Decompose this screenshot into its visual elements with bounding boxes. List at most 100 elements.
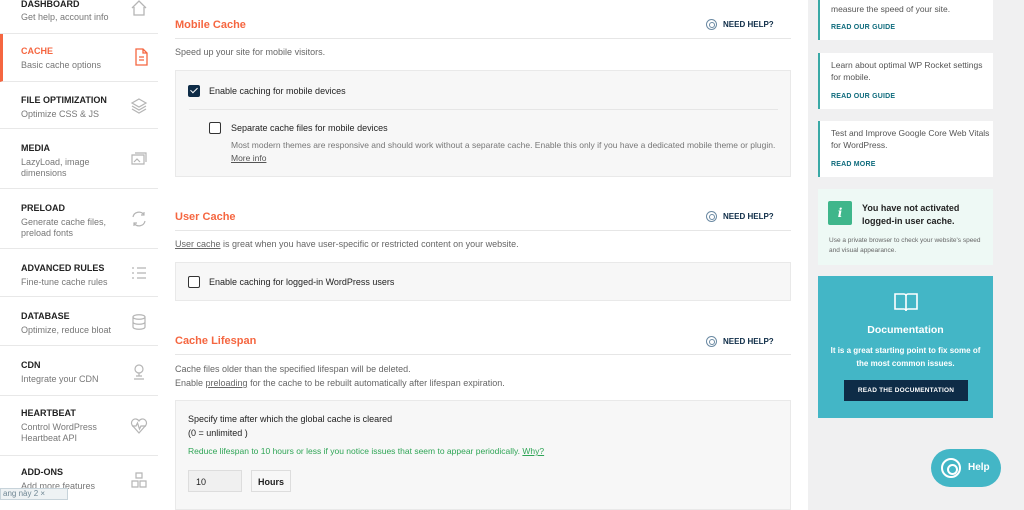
section-description: Cache files older than the specified lif… bbox=[175, 364, 411, 374]
divider bbox=[175, 38, 791, 39]
sidebar-item-title: CACHE bbox=[21, 46, 54, 56]
home-icon bbox=[131, 0, 147, 16]
user-cache-link[interactable]: User cache bbox=[175, 239, 221, 249]
guide-card-mobile: Learn about optimal WP Rocket settings f… bbox=[818, 53, 993, 109]
more-info-link[interactable]: More info bbox=[231, 153, 266, 163]
read-our-guide-link[interactable]: READ OUR GUIDE bbox=[831, 93, 895, 100]
addons-icon bbox=[131, 472, 147, 488]
sidebar-item-title: FILE OPTIMIZATION bbox=[21, 95, 107, 105]
guide-card-text: Test and Improve Google Core Web Vitals … bbox=[831, 128, 990, 150]
sidebar-item-preload[interactable]: PRELOAD Generate cache files, preload fo… bbox=[0, 189, 158, 249]
sidebar-item-subtitle: Integrate your CDN bbox=[21, 374, 99, 384]
settings-sidebar: DASHBOARD Get help, account info CACHE B… bbox=[0, 0, 158, 510]
sidebar-item-database[interactable]: DATABASE Optimize, reduce bloat bbox=[0, 297, 158, 346]
sidebar-item-title: PRELOAD bbox=[21, 203, 66, 213]
section-description: Enable preloading for the cache to be re… bbox=[175, 378, 505, 388]
section-title-cache-lifespan: Cache Lifespan bbox=[175, 335, 257, 347]
sidebar-item-advanced-rules[interactable]: ADVANCED RULES Fine-tune cache rules bbox=[0, 249, 158, 297]
documentation-card: Documentation It is a great starting poi… bbox=[818, 276, 993, 418]
documentation-title: Documentation bbox=[867, 324, 944, 336]
guide-card-web-vitals: Test and Improve Google Core Web Vitals … bbox=[818, 121, 993, 177]
sidebar-item-subtitle: Fine-tune cache rules bbox=[21, 277, 108, 287]
sidebar-item-title: ADD-ONS bbox=[21, 467, 63, 477]
sidebar-item-subtitle: Generate cache files, preload fonts bbox=[21, 217, 107, 238]
guide-card-text: measure the speed of your site. bbox=[831, 4, 951, 14]
main-content: Mobile Cache NEED HELP? Speed up your si… bbox=[158, 0, 808, 510]
sidebar-item-cache[interactable]: CACHE Basic cache options bbox=[0, 34, 158, 82]
read-documentation-button[interactable]: READ THE DOCUMENTATION bbox=[844, 380, 968, 401]
read-our-guide-link[interactable]: READ OUR GUIDE bbox=[831, 24, 895, 31]
sidebar-item-subtitle: Get help, account info bbox=[21, 12, 109, 22]
sidebar-item-subtitle: Control WordPress Heartbeat API bbox=[21, 422, 97, 443]
sidebar-item-cdn[interactable]: CDN Integrate your CDN bbox=[0, 346, 158, 396]
sidebar-item-subtitle: Basic cache options bbox=[21, 60, 102, 70]
list-icon bbox=[132, 267, 146, 279]
info-icon: i bbox=[828, 201, 852, 225]
images-icon bbox=[131, 152, 147, 165]
need-help-link[interactable]: NEED HELP? bbox=[706, 19, 774, 30]
sidebar-item-media[interactable]: MEDIA LazyLoad, image dimensions bbox=[0, 129, 158, 189]
lifespan-field-title: Specify time after which the global cach… bbox=[188, 414, 393, 424]
lifebuoy-icon bbox=[706, 211, 717, 222]
notice-text: Use a private browser to check your webs… bbox=[829, 237, 981, 254]
lifespan-field-subtitle: (0 = unlimited ) bbox=[188, 428, 248, 438]
lifespan-value-input[interactable]: 10 bbox=[188, 470, 242, 492]
sidebar-item-subtitle: Optimize, reduce bloat bbox=[21, 325, 112, 335]
divider bbox=[175, 354, 791, 355]
guide-card-speed: measure the speed of your site. READ OUR… bbox=[818, 0, 993, 40]
layers-icon bbox=[130, 98, 148, 114]
lifebuoy-icon bbox=[706, 19, 717, 30]
help-label: Help bbox=[968, 462, 990, 473]
help-beacon-button[interactable]: Help bbox=[931, 449, 1001, 487]
separate-mobile-cache-checkbox[interactable] bbox=[209, 122, 221, 134]
sidebar-item-file-optimization[interactable]: FILE OPTIMIZATION Optimize CSS & JS bbox=[0, 82, 158, 129]
sidebar-item-title: MEDIA bbox=[21, 143, 50, 153]
logged-in-cache-notice: i You have not activated logged-in user … bbox=[818, 189, 993, 265]
file-icon bbox=[135, 48, 148, 66]
database-icon bbox=[132, 314, 146, 330]
section-description: Speed up your site for mobile visitors. bbox=[175, 47, 326, 57]
notice-title: You have not activated logged-in user ca… bbox=[862, 203, 960, 226]
documentation-description: It is a great starting point to fix some… bbox=[830, 346, 981, 368]
why-link[interactable]: Why? bbox=[522, 446, 544, 456]
divider bbox=[175, 230, 791, 231]
heartbeat-icon bbox=[130, 418, 148, 434]
need-help-link[interactable]: NEED HELP? bbox=[706, 211, 774, 222]
guide-card-text: Learn about optimal WP Rocket settings f… bbox=[831, 60, 983, 82]
sidebar-item-heartbeat[interactable]: HEARTBEAT Control WordPress Heartbeat AP… bbox=[0, 396, 158, 456]
separate-mobile-cache-label: Separate cache files for mobile devices bbox=[231, 123, 388, 133]
separate-mobile-cache-description: Most modern themes are responsive and sh… bbox=[231, 140, 776, 163]
lifespan-tip: Reduce lifespan to 10 hours or less if y… bbox=[188, 446, 545, 456]
need-help-label: NEED HELP? bbox=[723, 337, 774, 346]
refresh-icon bbox=[132, 211, 146, 227]
section-title-user-cache: User Cache bbox=[175, 211, 236, 223]
lifespan-unit-select[interactable]: Hours bbox=[251, 470, 291, 492]
mobile-cache-options: Enable caching for mobile devices Separa… bbox=[175, 70, 791, 177]
divider bbox=[189, 109, 778, 110]
enable-logged-in-cache-checkbox[interactable] bbox=[188, 276, 200, 288]
enable-mobile-cache-label: Enable caching for mobile devices bbox=[209, 86, 346, 96]
sidebar-item-title: DASHBOARD bbox=[21, 0, 80, 9]
sidebar-item-title: ADVANCED RULES bbox=[21, 263, 105, 273]
need-help-label: NEED HELP? bbox=[723, 212, 774, 221]
enable-mobile-cache-checkbox[interactable] bbox=[188, 85, 200, 97]
sidebar-item-dashboard[interactable]: DASHBOARD Get help, account info bbox=[0, 0, 158, 34]
section-title-mobile-cache: Mobile Cache bbox=[175, 19, 246, 31]
right-sidebar: measure the speed of your site. READ OUR… bbox=[808, 0, 1024, 510]
sidebar-item-title: DATABASE bbox=[21, 311, 70, 321]
lifebuoy-icon bbox=[706, 336, 717, 347]
sidebar-item-add-ons[interactable]: ADD-ONS Add more features bbox=[0, 456, 158, 510]
user-cache-options: Enable caching for logged-in WordPress u… bbox=[175, 262, 791, 301]
read-more-link[interactable]: READ MORE bbox=[831, 161, 876, 168]
sidebar-item-title: HEARTBEAT bbox=[21, 408, 76, 418]
cdn-icon bbox=[134, 364, 144, 380]
need-help-label: NEED HELP? bbox=[723, 20, 774, 29]
sidebar-item-title: CDN bbox=[21, 360, 41, 370]
translation-popup-fragment[interactable]: ang này 2 × bbox=[0, 488, 68, 500]
section-description: User cache is great when you have user-s… bbox=[175, 239, 519, 249]
sidebar-item-subtitle: Optimize CSS & JS bbox=[21, 109, 100, 119]
book-icon bbox=[894, 293, 918, 312]
need-help-link[interactable]: NEED HELP? bbox=[706, 336, 774, 347]
enable-logged-in-cache-label: Enable caching for logged-in WordPress u… bbox=[209, 277, 395, 287]
preloading-link[interactable]: preloading bbox=[206, 378, 248, 388]
